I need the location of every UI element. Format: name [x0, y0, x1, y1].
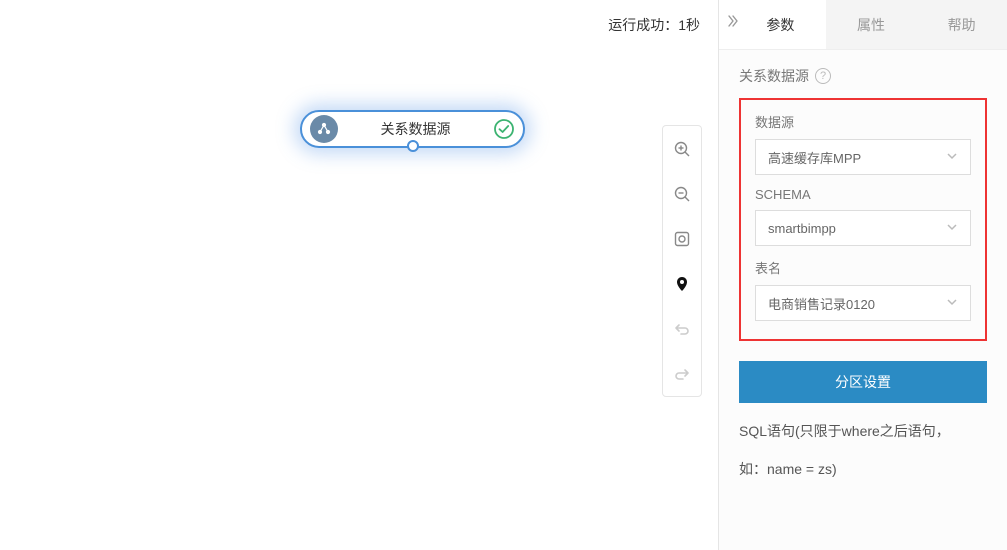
table-label: 表名: [755, 258, 971, 277]
status-bar: 运行成功：1秒: [0, 0, 718, 50]
datasource-icon: [310, 115, 338, 143]
chevron-down-icon: [946, 150, 958, 165]
table-select[interactable]: 电商销售记录0120: [755, 285, 971, 321]
sql-hint: 如：name = zs): [739, 459, 987, 479]
success-icon: [493, 118, 515, 140]
schema-value: smartbimpp: [768, 221, 836, 236]
table-value: 电商销售记录0120: [768, 294, 875, 313]
panel-tabs: 参数 属性 帮助: [719, 0, 1007, 50]
chevron-down-icon: [946, 221, 958, 236]
schema-select[interactable]: smartbimpp: [755, 210, 971, 246]
status-text: 运行成功：1秒: [608, 15, 700, 35]
node-relational-datasource[interactable]: 关系数据源: [300, 110, 525, 148]
datasource-label: 数据源: [755, 112, 971, 131]
partition-settings-button[interactable]: 分区设置: [739, 361, 987, 403]
tab-attributes[interactable]: 属性: [826, 0, 917, 49]
node-output-handle[interactable]: [407, 140, 419, 152]
zoom-in-button[interactable]: [663, 126, 701, 171]
canvas-area[interactable]: 关系数据源: [0, 50, 718, 550]
tab-help[interactable]: 帮助: [916, 0, 1007, 49]
collapse-panel-button[interactable]: [725, 14, 743, 32]
zoom-out-button[interactable]: [663, 171, 701, 216]
redo-button[interactable]: [663, 351, 701, 396]
fit-view-button[interactable]: [663, 216, 701, 261]
chevron-down-icon: [946, 296, 958, 311]
section-title-text: 关系数据源: [739, 66, 809, 86]
undo-button[interactable]: [663, 306, 701, 351]
datasource-value: 高速缓存库MPP: [768, 148, 861, 167]
node-label: 关系数据源: [338, 119, 493, 139]
locate-button[interactable]: [663, 261, 701, 306]
datasource-select[interactable]: 高速缓存库MPP: [755, 139, 971, 175]
sql-label: SQL语句(只限于where之后语句，: [739, 421, 987, 441]
highlighted-fields: 数据源 高速缓存库MPP SCHEMA smartbimpp 表名 电商销售记录…: [739, 98, 987, 341]
side-panel: 参数 属性 帮助 关系数据源 ? 数据源 高速缓存库MPP SCHEMA sma…: [718, 0, 1007, 550]
canvas-toolbar: [662, 125, 702, 397]
section-title: 关系数据源 ?: [739, 66, 987, 86]
canvas-container: 运行成功：1秒 关系数据源: [0, 0, 718, 550]
help-icon[interactable]: ?: [815, 68, 831, 84]
schema-label: SCHEMA: [755, 187, 971, 202]
panel-body: 关系数据源 ? 数据源 高速缓存库MPP SCHEMA smartbimpp 表…: [719, 50, 1007, 495]
